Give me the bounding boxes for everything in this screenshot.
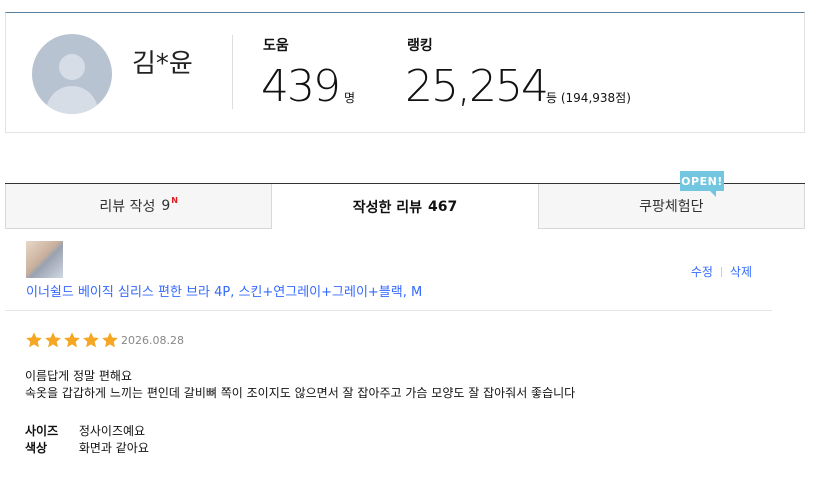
review-content-line: 이름답게 정말 편해요	[25, 369, 132, 383]
tab-written-reviews[interactable]: 작성한 리뷰 467	[272, 184, 539, 229]
action-separator	[720, 266, 722, 277]
star-icon	[64, 332, 80, 348]
review-attr-color: 색상 화면과 같아요	[25, 439, 149, 456]
tab-count: 467	[428, 198, 458, 215]
open-badge: OPEN!	[680, 171, 724, 197]
help-label: 도움	[263, 38, 289, 54]
avatar	[32, 34, 112, 114]
profile-divider	[232, 35, 233, 109]
attr-key: 색상	[25, 441, 48, 455]
review-attr-size: 사이즈 정사이즈예요	[25, 422, 145, 439]
profile-card: 김*윤 도움 439 명 랭킹 25,254 등 (194,938점)	[5, 12, 805, 133]
profile-name: 김*윤	[132, 49, 193, 79]
star-icon	[102, 332, 118, 348]
tab-label: 작성한 리뷰	[352, 199, 423, 216]
tab-label: 쿠팡체험단	[639, 199, 704, 215]
rank-value: 25,254	[405, 61, 549, 112]
star-rating	[25, 331, 120, 349]
review-actions: 수정 삭제	[691, 263, 752, 280]
help-value: 439	[261, 61, 341, 112]
review-content: 이름답게 정말 편해요 속옷을 갑갑하게 느끼는 편인데 갈비뼈 쪽이 조이지도…	[25, 368, 575, 402]
new-badge: N	[171, 195, 178, 205]
tab-label: 리뷰 작성	[99, 199, 156, 215]
avatar-head-shape	[59, 54, 85, 80]
attr-key: 사이즈	[25, 424, 59, 438]
star-icon	[45, 332, 61, 348]
attr-value: 화면과 같아요	[78, 441, 149, 455]
product-link[interactable]: 이너쉴드 베이직 심리스 편한 브라 4P, 스킨+연그레이+그레이+블랙, M	[26, 281, 422, 300]
review-date: 2026.08.28	[121, 334, 184, 347]
edit-button[interactable]: 수정	[691, 263, 713, 280]
avatar-body-shape	[46, 86, 98, 114]
product-thumbnail[interactable]	[26, 241, 63, 278]
rank-unit: 등 (194,938점)	[546, 91, 631, 105]
help-unit: 명	[344, 91, 356, 105]
review-divider	[5, 310, 772, 311]
delete-button[interactable]: 삭제	[730, 263, 752, 280]
star-icon	[83, 332, 99, 348]
rank-label: 랭킹	[407, 38, 433, 54]
tab-write-review[interactable]: 리뷰 작성 9 N	[5, 184, 273, 229]
tab-count: 9	[161, 198, 171, 214]
star-icon	[26, 332, 42, 348]
attr-value: 정사이즈예요	[78, 424, 146, 438]
tab-coupang-trial[interactable]: 쿠팡체험단	[538, 184, 805, 229]
review-content-line: 속옷을 갑갑하게 느끼는 편인데 갈비뼈 쪽이 조이지도 않으면서 잘 잡아주고…	[25, 386, 576, 400]
